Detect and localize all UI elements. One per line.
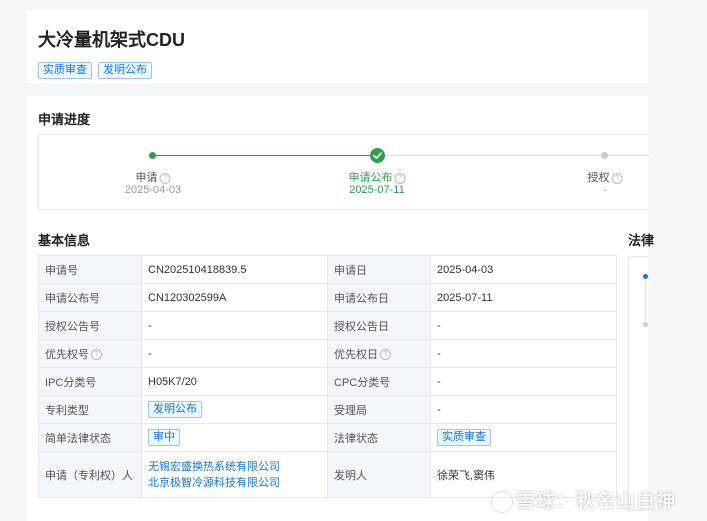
status-tag-type: 发明公布	[98, 62, 152, 79]
table-row: 申请公布号 CN120302599A 申请公布日 2025-07-11	[38, 283, 617, 312]
page-title: 大冷量机架式CDU	[38, 30, 185, 50]
field-label: 优先权日?	[327, 339, 431, 368]
progress-line-pending	[383, 155, 649, 156]
help-icon[interactable]: ?	[380, 349, 391, 361]
grant-number-value: -	[141, 311, 328, 340]
application-date-value: 2025-04-03	[430, 255, 617, 284]
field-label: 申请（专利权）人	[38, 451, 142, 498]
field-label: 简单法律状态	[38, 423, 142, 452]
field-label: 发明人	[327, 451, 431, 498]
applicants-cell: 无锡宏盛换热系统有限公司 北京极智冷源科技有限公司	[141, 451, 328, 498]
help-icon[interactable]: ?	[394, 172, 406, 184]
field-label: 申请日	[327, 255, 431, 284]
help-icon[interactable]: ?	[91, 349, 102, 361]
step-apply-label: 申请?	[136, 169, 171, 185]
grant-date-value: -	[430, 311, 617, 340]
step-apply-date: 2025-04-03	[124, 184, 182, 196]
watermark: 雪球：秋名山白神	[492, 486, 676, 513]
progress-section-title: 申请进度	[38, 112, 91, 127]
field-label: 授权公告日	[327, 311, 431, 340]
field-label: IPC分类号	[38, 367, 142, 396]
applicant-link[interactable]: 北京极智冷源科技有限公司	[148, 475, 321, 491]
table-row: 简单法律状态 审中 法律状态 实质审查	[38, 423, 617, 452]
field-label: CPC分类号	[327, 367, 431, 396]
legal-timeline-panel	[628, 256, 648, 511]
patent-type-tag: 发明公布	[148, 401, 202, 418]
publication-number-value: CN120302599A	[141, 283, 328, 312]
cpc-value: -	[430, 367, 617, 396]
table-row: IPC分类号 H05K7/20 CPC分类号 -	[38, 367, 617, 396]
status-tag-exam: 实质审查	[38, 62, 92, 79]
patent-header-card: 大冷量机架式CDU 实质审查 发明公布	[26, 10, 648, 83]
field-label: 专利类型	[38, 395, 142, 424]
progress-tracker: 申请? 2025-04-03 申请公布? 2025-07-11 授权? -	[38, 134, 649, 210]
field-label: 法律状态	[327, 423, 431, 452]
legal-status-tag: 实质审查	[437, 429, 491, 446]
simple-status-cell: 审中	[141, 423, 328, 452]
applicant-link[interactable]: 无锡宏盛换热系统有限公司	[148, 459, 321, 475]
status-tags: 实质审查 发明公布	[38, 62, 152, 79]
simple-status-tag: 审中	[148, 429, 180, 446]
check-icon	[370, 148, 385, 163]
timeline-dot	[643, 322, 648, 327]
step-publish-label: 申请公布?	[349, 169, 406, 185]
table-row: 专利类型 发明公布 受理局 -	[38, 395, 617, 424]
ipc-value: H05K7/20	[141, 367, 328, 396]
basic-info-section-title: 基本信息	[38, 233, 91, 248]
progress-line-done	[153, 155, 377, 156]
xueqiu-logo-icon	[492, 491, 512, 512]
timeline-dot	[643, 274, 648, 279]
field-label: 申请公布号	[38, 283, 142, 312]
table-row: 申请号 CN202510418839.5 申请日 2025-04-03	[38, 255, 617, 284]
publication-date-value: 2025-07-11	[430, 283, 617, 312]
table-row: 优先权号? - 优先权日? -	[38, 339, 617, 368]
priority-number-value: -	[141, 339, 328, 368]
patent-type-cell: 发明公布	[141, 395, 328, 424]
step-dot-grant	[601, 152, 608, 159]
timeline-line	[645, 281, 646, 321]
step-grant-date: -	[603, 184, 607, 196]
field-label: 授权公告号	[38, 311, 142, 340]
help-icon[interactable]: ?	[159, 172, 171, 184]
legal-status-cell: 实质审查	[430, 423, 617, 452]
basic-info-table: 申请号 CN202510418839.5 申请日 2025-04-03 申请公布…	[38, 255, 617, 498]
patent-detail-card: 申请进度 申请? 2025-04-03 申请公布? 2025-07-11 授权?…	[26, 96, 649, 521]
field-label: 优先权号?	[38, 339, 142, 368]
step-dot-apply	[149, 152, 156, 159]
field-label: 申请号	[38, 255, 142, 284]
step-publish-date: 2025-07-11	[349, 184, 405, 196]
help-icon[interactable]: ?	[611, 172, 623, 184]
step-grant-label: 授权?	[588, 169, 623, 185]
receiving-office-value: -	[430, 395, 617, 424]
field-label: 受理局	[327, 395, 431, 424]
table-row: 授权公告号 - 授权公告日 -	[38, 311, 617, 340]
application-number-value: CN202510418839.5	[141, 255, 328, 284]
field-label: 申请公布日	[327, 283, 431, 312]
legal-section-title: 法律	[628, 233, 655, 248]
priority-date-value: -	[430, 339, 617, 368]
